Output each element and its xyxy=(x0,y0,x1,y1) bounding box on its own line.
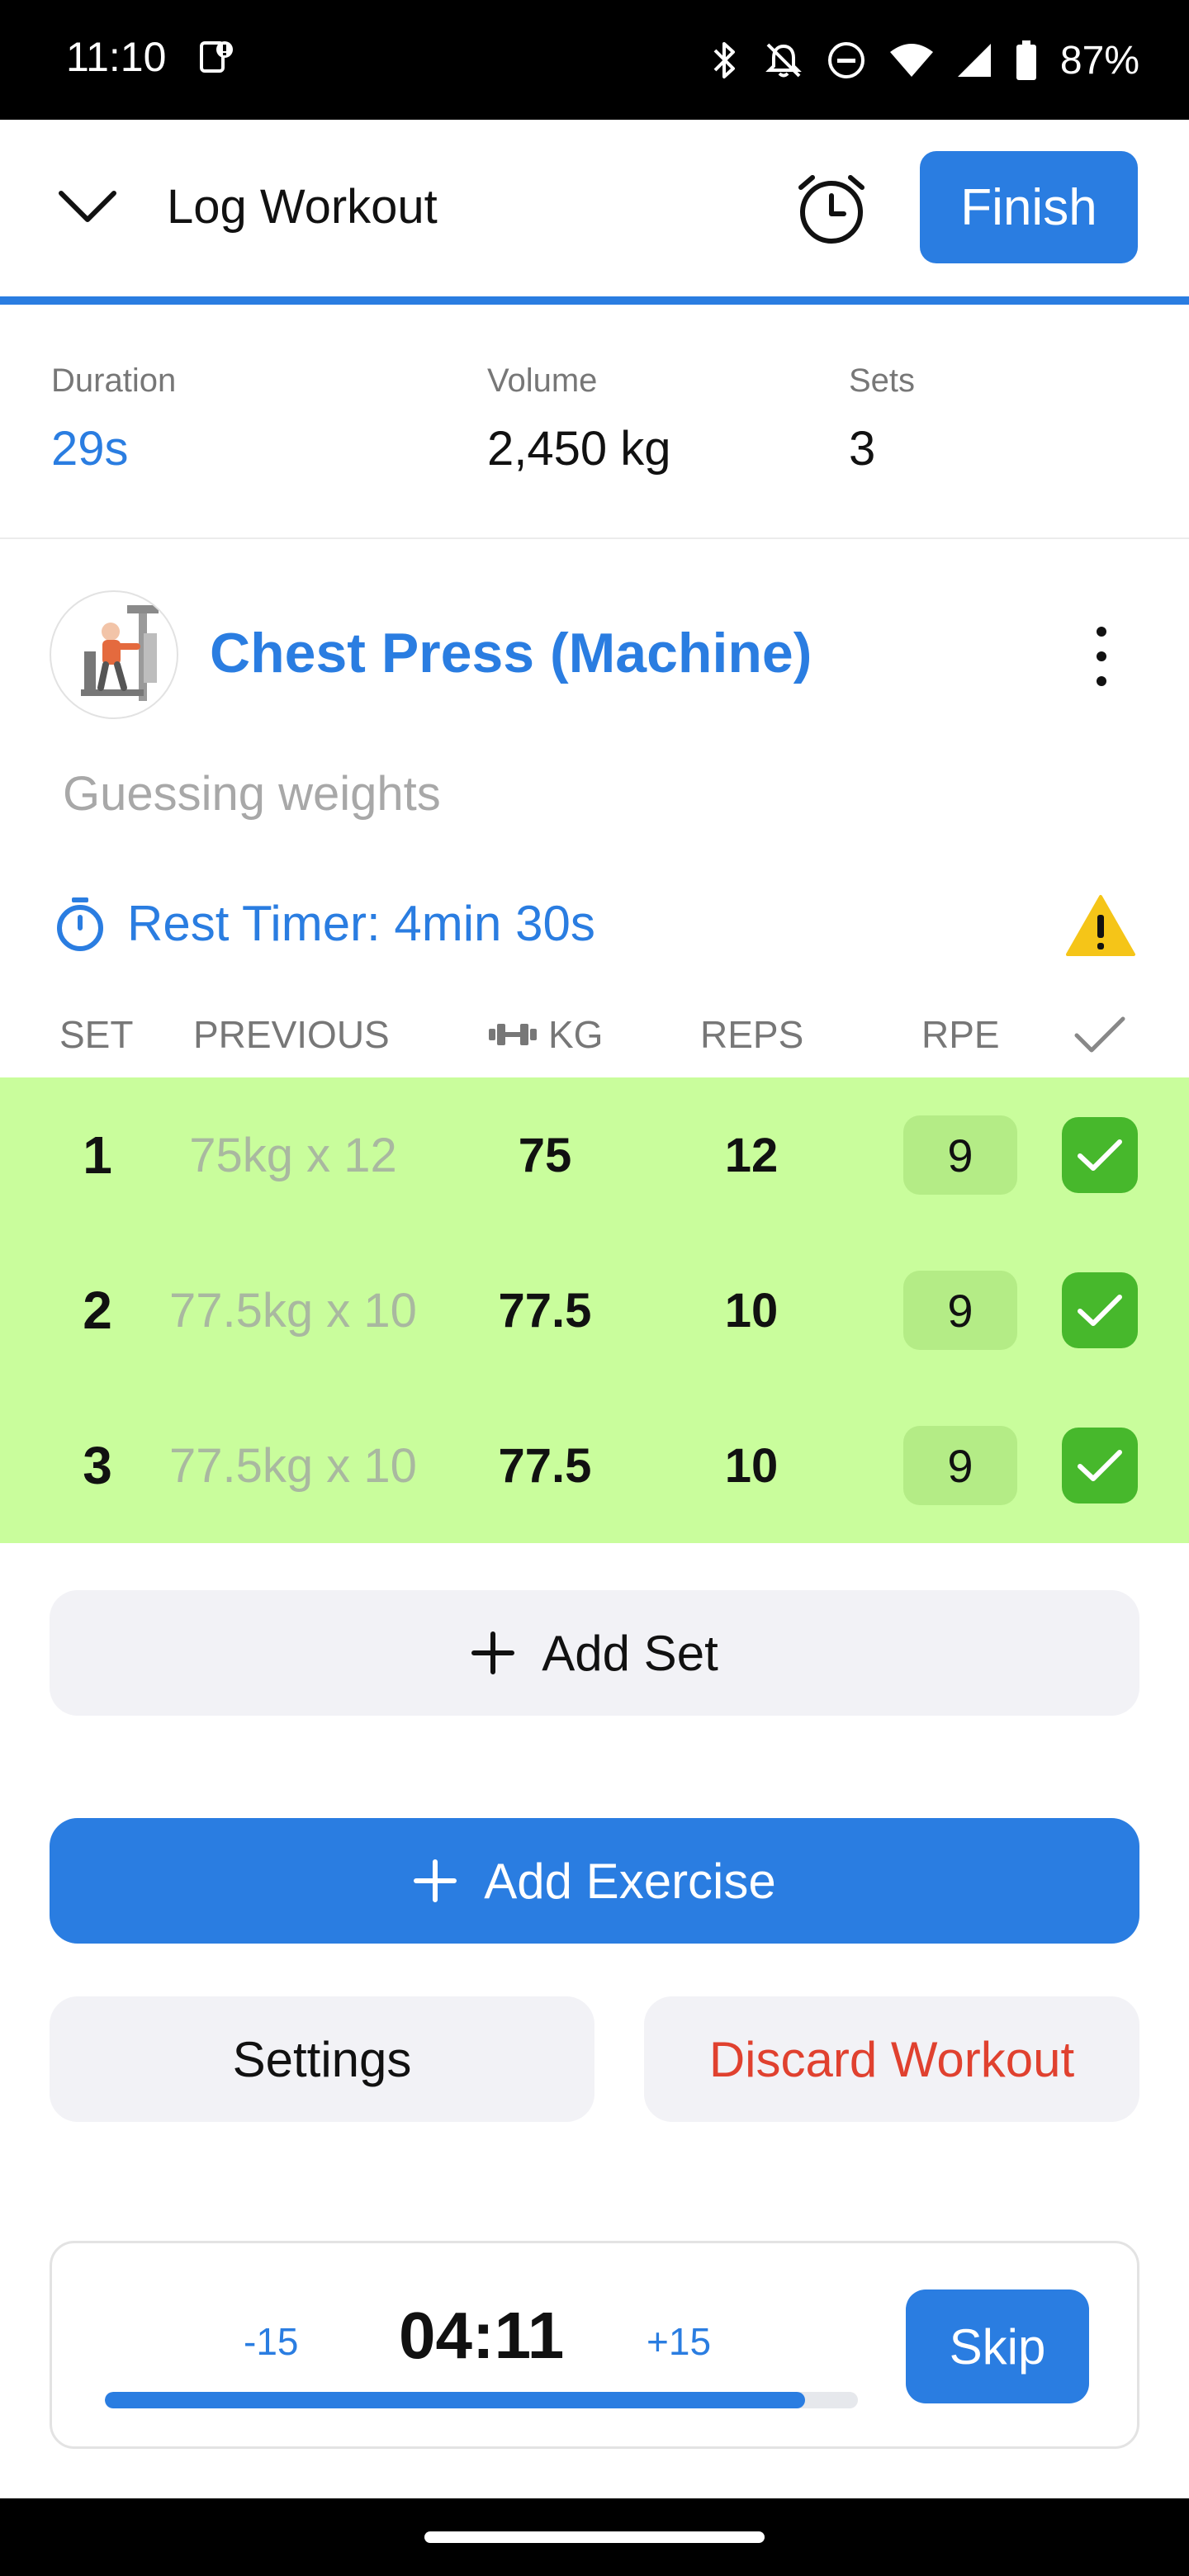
battery-percentage: 87% xyxy=(1059,38,1139,83)
rest-timer-card: -15 04:11 +15 Skip xyxy=(50,2241,1139,2449)
warning-icon[interactable] xyxy=(1065,893,1136,958)
discard-workout-button[interactable]: Discard Workout xyxy=(644,1996,1139,2122)
sets-table: 1 75kg x 12 75 12 9 2 77.5kg x 10 77.5 1… xyxy=(0,1077,1189,1543)
column-header-kg: KG xyxy=(489,1012,603,1057)
exercise-notes-input[interactable]: Guessing weights xyxy=(63,766,441,822)
done-cell xyxy=(1062,1388,1138,1543)
rest-timer-countdown: 04:11 xyxy=(399,2299,565,2372)
check-icon xyxy=(1078,1295,1122,1326)
checkmark-header-icon xyxy=(1074,1016,1125,1053)
set-complete-checkbox[interactable] xyxy=(1062,1428,1138,1503)
workout-header: Log Workout Finish xyxy=(0,120,1189,297)
wifi-icon xyxy=(889,44,933,77)
reps-input[interactable]: 12 xyxy=(669,1077,834,1233)
status-time: 11:10 xyxy=(66,34,167,80)
add-exercise-button[interactable]: Add Exercise xyxy=(50,1818,1139,1944)
done-cell xyxy=(1062,1077,1138,1233)
rest-timer-setting[interactable]: Rest Timer: 4min 30s xyxy=(54,895,595,952)
more-vertical-icon[interactable] xyxy=(1085,623,1118,689)
page-title: Log Workout xyxy=(167,180,438,234)
chest-press-machine-icon xyxy=(81,605,159,701)
set-number[interactable]: 1 xyxy=(48,1077,147,1233)
stat-duration: Duration 29s xyxy=(51,362,176,476)
home-gesture-handle[interactable] xyxy=(424,2531,765,2543)
alarm-clock-icon[interactable] xyxy=(794,171,869,247)
signal-icon xyxy=(957,44,991,77)
rpe-input[interactable]: 9 xyxy=(903,1271,1017,1350)
add-exercise-label: Add Exercise xyxy=(484,1853,776,1909)
reps-input[interactable]: 10 xyxy=(669,1233,834,1388)
plus-icon xyxy=(414,1859,457,1902)
stat-label: Duration xyxy=(51,362,177,399)
finish-button[interactable]: Finish xyxy=(920,151,1138,263)
previous-value[interactable]: 75kg x 12 xyxy=(149,1077,438,1233)
stat-label: Volume xyxy=(487,362,598,399)
set-complete-checkbox[interactable] xyxy=(1062,1117,1138,1193)
rpe-cell: 9 xyxy=(903,1388,1017,1543)
header-divider xyxy=(0,296,1189,305)
reps-input[interactable]: 10 xyxy=(669,1388,834,1543)
add-set-button[interactable]: Add Set xyxy=(50,1590,1139,1716)
exercise-name[interactable]: Chest Press (Machine) xyxy=(210,621,812,685)
add-15-button[interactable]: +15 xyxy=(647,2319,711,2364)
stat-label: Sets xyxy=(849,362,916,399)
stat-value: 29s xyxy=(51,422,129,476)
skip-button[interactable]: Skip xyxy=(906,2290,1089,2403)
previous-value[interactable]: 77.5kg x 10 xyxy=(149,1233,438,1388)
rest-timer-progress-fill xyxy=(105,2392,806,2408)
workout-stats: Duration 29s Volume 2,450 kg Sets 3 xyxy=(0,305,1189,539)
stat-sets: Sets 3 xyxy=(849,362,915,476)
system-navigation-bar xyxy=(0,2498,1189,2576)
kg-input[interactable]: 77.5 xyxy=(462,1388,628,1543)
column-header-reps: REPS xyxy=(700,1013,804,1056)
set-complete-checkbox[interactable] xyxy=(1062,1272,1138,1348)
done-cell xyxy=(1062,1233,1138,1388)
battery-icon xyxy=(1016,40,1036,80)
stat-value: 2,450 kg xyxy=(487,422,671,476)
rpe-input[interactable]: 9 xyxy=(903,1426,1017,1505)
bluetooth-icon xyxy=(713,42,735,78)
chevron-down-icon[interactable] xyxy=(56,182,119,231)
rpe-input[interactable]: 9 xyxy=(903,1115,1017,1195)
mute-icon xyxy=(765,43,802,78)
rest-timer-progress-track xyxy=(105,2392,858,2408)
settings-button[interactable]: Settings xyxy=(50,1996,594,2122)
rpe-cell: 9 xyxy=(903,1077,1017,1233)
dumbbell-icon xyxy=(489,1024,537,1045)
stat-volume: Volume 2,450 kg xyxy=(487,362,671,476)
notification-icon xyxy=(200,41,233,73)
table-row: 3 77.5kg x 10 77.5 10 9 xyxy=(0,1388,1189,1543)
do-not-disturb-icon xyxy=(827,42,865,78)
exercise-thumbnail[interactable] xyxy=(50,590,178,719)
set-number[interactable]: 2 xyxy=(48,1233,147,1388)
add-set-label: Add Set xyxy=(542,1625,718,1681)
stat-value: 3 xyxy=(849,422,876,476)
table-row: 2 77.5kg x 10 77.5 10 9 xyxy=(0,1233,1189,1388)
stopwatch-icon xyxy=(57,897,103,951)
table-row: 1 75kg x 12 75 12 9 xyxy=(0,1077,1189,1233)
rest-timer-label: Rest Timer: 4min 30s xyxy=(127,896,595,951)
kg-input[interactable]: 75 xyxy=(462,1077,628,1233)
sets-table-header: SET PREVIOUS KG REPS RPE xyxy=(0,1007,1189,1073)
check-icon xyxy=(1078,1450,1122,1481)
rpe-cell: 9 xyxy=(903,1233,1017,1388)
kg-input[interactable]: 77.5 xyxy=(462,1233,628,1388)
column-header-rpe: RPE xyxy=(921,1013,1000,1056)
status-bar: 11:10 87% xyxy=(0,0,1189,120)
subtract-15-button[interactable]: -15 xyxy=(244,2319,298,2364)
column-header-previous: PREVIOUS xyxy=(193,1013,390,1056)
column-header-set: SET xyxy=(59,1013,134,1056)
check-icon xyxy=(1078,1139,1122,1171)
set-number[interactable]: 3 xyxy=(48,1388,147,1543)
plus-icon xyxy=(471,1631,515,1674)
previous-value[interactable]: 77.5kg x 10 xyxy=(149,1388,438,1543)
